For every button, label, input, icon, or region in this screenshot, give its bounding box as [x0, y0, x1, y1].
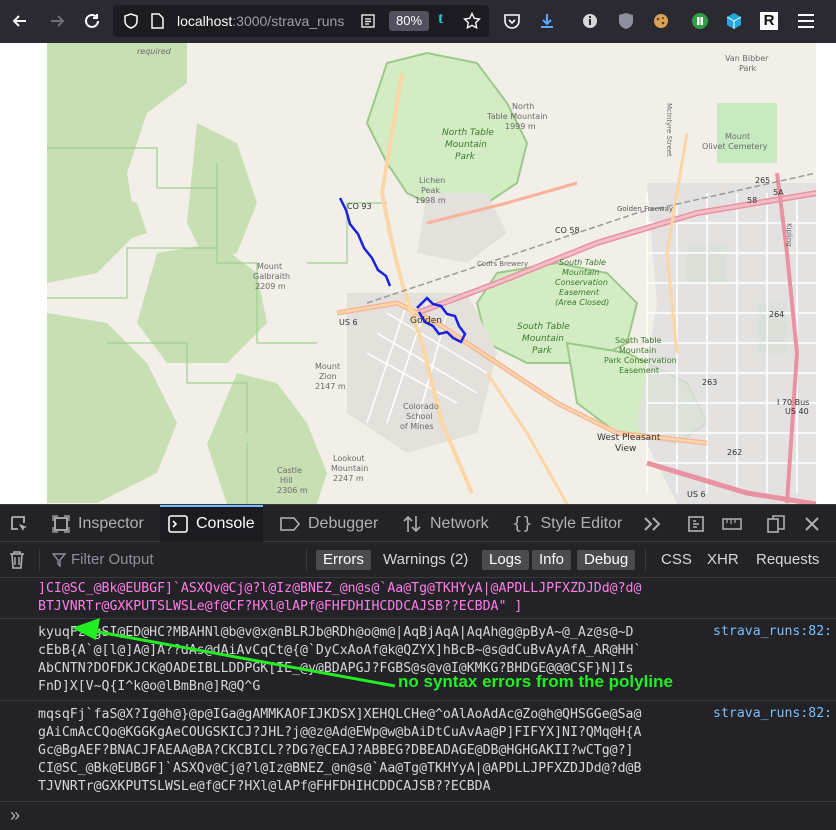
annotation-text: no syntax errors from the polyline [398, 672, 673, 691]
console-input[interactable]: » [0, 801, 836, 830]
annotation-arrow [72, 618, 396, 688]
prompt-chevron-icon: » [10, 805, 21, 825]
